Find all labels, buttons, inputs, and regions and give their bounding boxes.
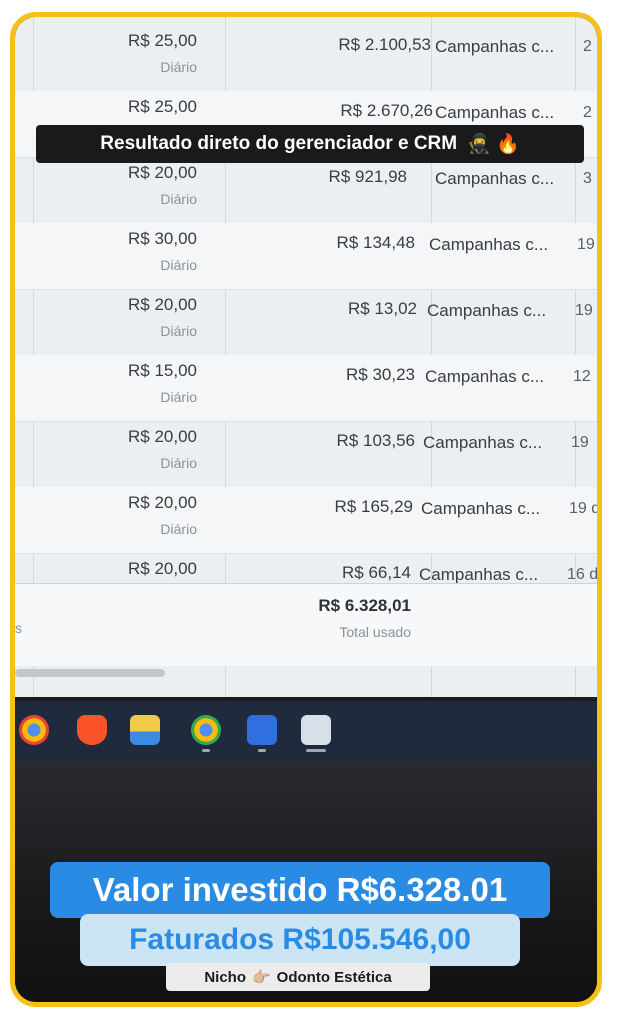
campaign-name: Campanhas c...: [427, 301, 547, 320]
total-spent-value: R$ 6.328,01: [318, 596, 411, 615]
invested-highlight: Valor investido R$6.328.01: [50, 862, 550, 918]
horizontal-scrollbar[interactable]: [15, 669, 165, 677]
date-fragment: 19: [577, 236, 595, 253]
date-fragment: 3: [583, 170, 592, 187]
date-fragment: 19: [571, 434, 589, 451]
amount-spent: R$ 2.670,26: [340, 101, 433, 120]
table-row[interactable]: R$ 20,00 R$ 66,14 Campanhas c... 16 d: [15, 553, 597, 584]
budget-type: Diário: [160, 455, 197, 471]
campaign-name: Campanhas c...: [435, 103, 555, 122]
budget-type: Diário: [160, 59, 197, 75]
budget-type: Diário: [160, 323, 197, 339]
chrome-profile-icon[interactable]: [301, 715, 331, 745]
amount-spent: R$ 13,02: [348, 299, 417, 318]
budget-value: R$ 25,00: [128, 97, 197, 116]
campaign-name: Campanhas c...: [419, 565, 539, 584]
brave-icon[interactable]: [77, 715, 107, 745]
chrome-canary-icon[interactable]: [191, 715, 221, 745]
budget-value: R$ 15,00: [128, 361, 197, 380]
total-spent-label: Total usado: [339, 624, 411, 640]
date-fragment: 16 d: [567, 566, 597, 583]
campaign-name: Campanhas c...: [435, 37, 555, 56]
amount-spent: R$ 103,56: [336, 431, 415, 450]
date-fragment: 2: [583, 104, 592, 121]
date-fragment: 2: [583, 38, 592, 55]
budget-value: R$ 20,00: [128, 559, 197, 578]
table-row[interactable]: R$ 25,00 Diário R$ 2.100,53 Campanhas c... 2: [15, 25, 597, 92]
date-fragment: 19 d: [569, 500, 597, 517]
table-row[interactable]: R$ 30,00 Diário R$ 134,48 Campanhas c... 19: [15, 223, 597, 290]
budget-type: Diário: [160, 521, 197, 537]
file-explorer-icon[interactable]: [130, 715, 160, 745]
budget-type: Diário: [160, 257, 197, 273]
campaign-name: Campanhas c...: [435, 169, 555, 188]
active-app-indicator: [306, 749, 326, 752]
table-row[interactable]: R$ 20,00 Diário R$ 165,29 Campanhas c... 19 …: [15, 487, 597, 554]
amount-spent: R$ 921,98: [328, 167, 407, 186]
taskbar: [15, 701, 597, 761]
campaign-name: Campanhas c...: [423, 433, 543, 452]
amount-spent: R$ 2.100,53: [338, 35, 431, 54]
campaign-name: Campanhas c...: [429, 235, 549, 254]
niche-tag: Nicho 👉🏼 Odonto Estética: [166, 963, 430, 991]
ads-manager-screen: R$ 25,00 Diário R$ 2.100,53 Campanhas c... 2…: [15, 17, 597, 697]
niche-label: Nicho: [204, 968, 246, 986]
total-row: s R$ 6.328,01 Total usado: [15, 583, 597, 666]
budget-value: R$ 30,00: [128, 229, 197, 248]
caption-text: Resultado direto do gerenciador e CRM: [100, 133, 458, 154]
active-app-indicator: [258, 749, 266, 752]
chrome-icon[interactable]: [19, 715, 49, 745]
active-app-indicator: [202, 749, 210, 752]
story-caption: Resultado direto do gerenciador e CRM 🥷 …: [36, 125, 584, 163]
budget-type: Diário: [160, 389, 197, 405]
pointing-hand-icon: 👉🏼: [251, 969, 271, 986]
budget-value: R$ 20,00: [128, 427, 197, 446]
table-row[interactable]: R$ 15,00 Diário R$ 30,23 Campanhas c... 12: [15, 355, 597, 422]
campaign-name: Campanhas c...: [425, 367, 545, 386]
campaign-name: Campanhas c...: [421, 499, 541, 518]
niche-value: Odonto Estética: [276, 968, 392, 986]
total-left-fragment: s: [15, 620, 22, 636]
date-fragment: 19: [575, 302, 593, 319]
game-app-icon[interactable]: [247, 715, 277, 745]
budget-type: Diário: [160, 191, 197, 207]
table-row[interactable]: R$ 20,00 Diário R$ 103,56 Campanhas c... 19: [15, 421, 597, 488]
amount-spent: R$ 165,29: [334, 497, 413, 516]
table-row[interactable]: R$ 20,00 Diário R$ 13,02 Campanhas c... 19: [15, 289, 597, 356]
amount-spent: R$ 134,48: [336, 233, 415, 252]
budget-value: R$ 20,00: [128, 295, 197, 314]
ninja-fire-emoji-icon: 🥷 🔥: [467, 134, 520, 155]
budget-value: R$ 20,00: [128, 493, 197, 512]
budget-value: R$ 25,00: [128, 31, 197, 50]
amount-spent: R$ 66,14: [342, 563, 411, 582]
date-fragment: 12: [573, 368, 591, 385]
revenue-highlight: Faturados R$105.546,00: [80, 914, 520, 966]
budget-value: R$ 20,00: [128, 163, 197, 182]
amount-spent: R$ 30,23: [346, 365, 415, 384]
table-row[interactable]: R$ 20,00 Diário R$ 921,98 Campanhas c... 3: [15, 157, 597, 224]
